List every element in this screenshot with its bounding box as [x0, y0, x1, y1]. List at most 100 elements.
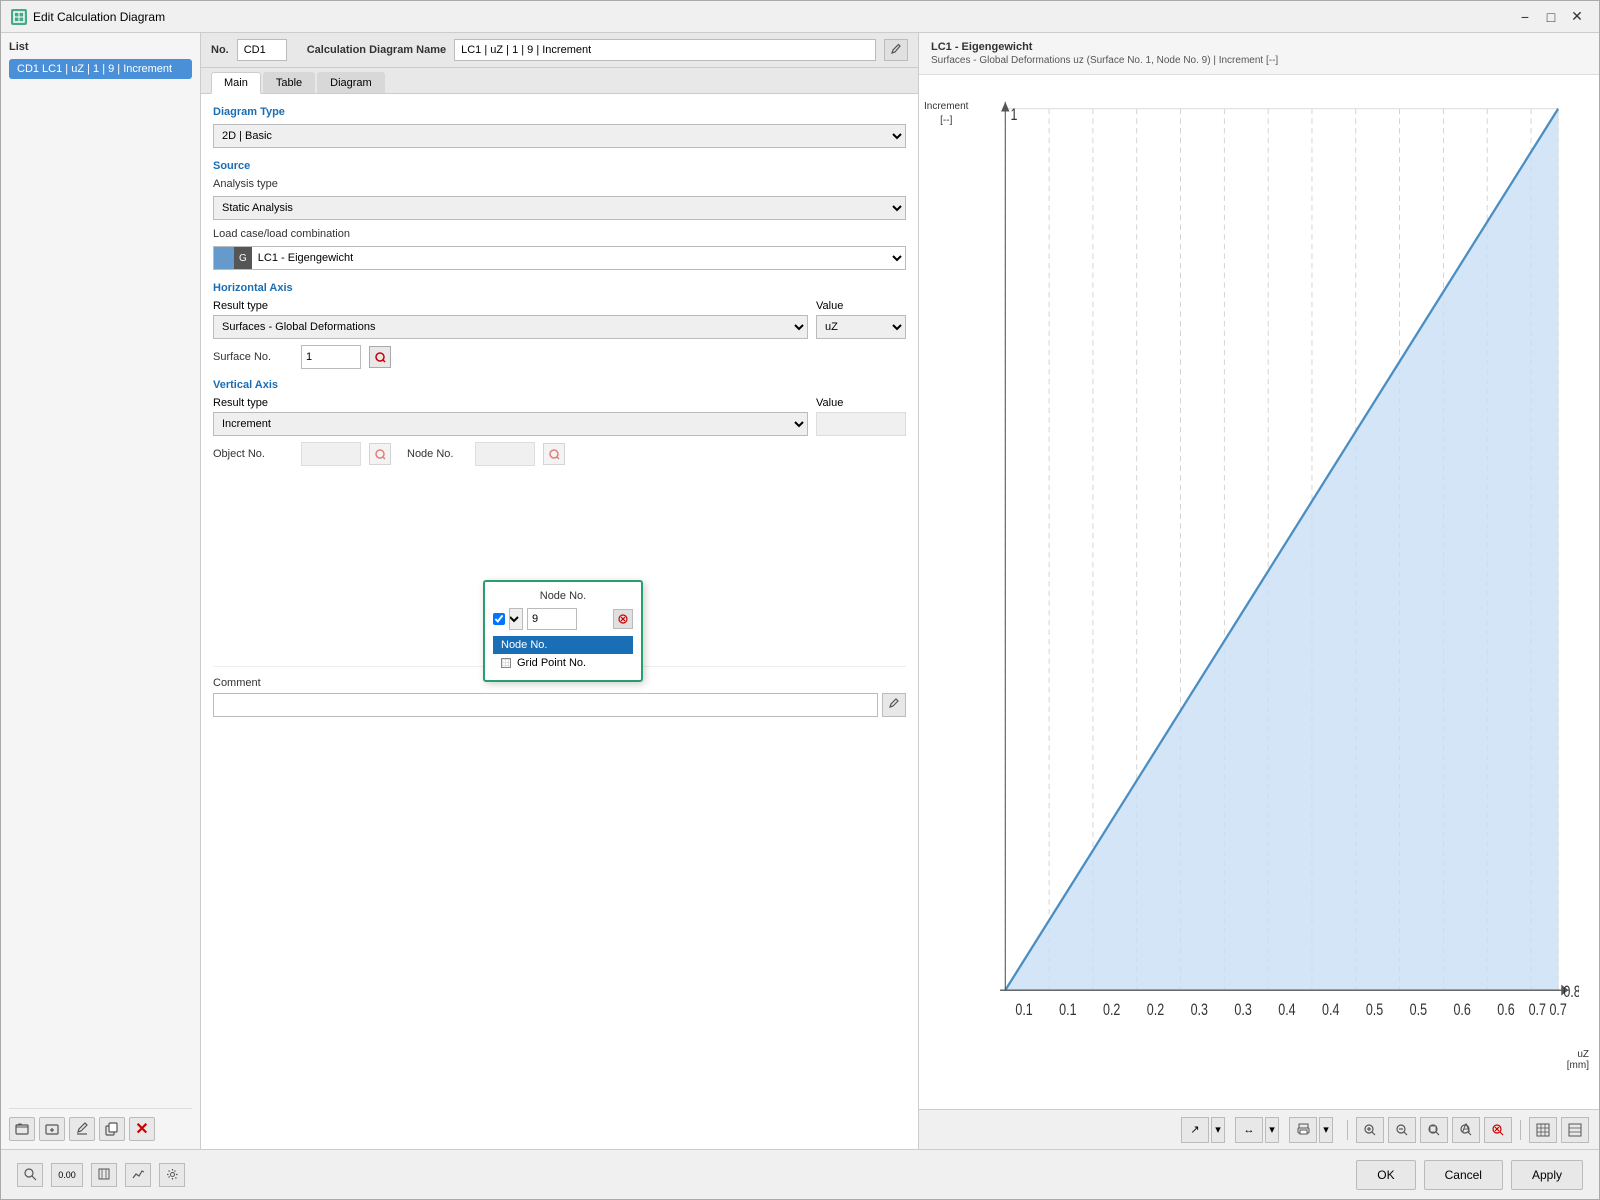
analysis-type-label: Analysis type: [213, 178, 373, 190]
lc-color-bar: [214, 247, 234, 269]
delete-button[interactable]: ✕: [129, 1117, 155, 1141]
zoom-reset-button[interactable]: [1484, 1117, 1512, 1143]
lc-dropdown[interactable]: ▾: [885, 251, 905, 265]
svg-text:0.8: 0.8: [1563, 984, 1579, 1002]
svg-text:A: A: [1462, 1123, 1470, 1135]
node-no-input[interactable]: [527, 608, 577, 630]
comment-edit-button[interactable]: [882, 693, 906, 717]
surface-pick-button[interactable]: [369, 346, 391, 368]
name-input[interactable]: [454, 39, 876, 61]
info-bar: No. Calculation Diagram Name: [201, 33, 918, 68]
load-case-label: Load case/load combination: [213, 228, 373, 240]
minimize-button[interactable]: −: [1513, 7, 1537, 27]
view-tree-button[interactable]: [1561, 1117, 1589, 1143]
footer-diagram-button[interactable]: [125, 1163, 151, 1187]
v-result-type-select[interactable]: Increment: [213, 412, 808, 436]
footer: 0.00 OK Cancel Apply: [1, 1149, 1599, 1199]
node-check[interactable]: [493, 613, 505, 625]
v-object-pick-button[interactable]: [369, 443, 391, 465]
main-window: Edit Calculation Diagram − □ ✕ List CD1 …: [0, 0, 1600, 1200]
name-field: Calculation Diagram Name: [307, 39, 908, 61]
v-node-pick-button[interactable]: [543, 443, 565, 465]
zoom-sel-button[interactable]: A: [1452, 1117, 1480, 1143]
tabs: Main Table Diagram: [201, 68, 918, 94]
fit-group: ↔ ▾: [1235, 1117, 1279, 1143]
node-menu-grid[interactable]: Grid Point No.: [493, 654, 633, 672]
node-popup-title: Node No.: [493, 590, 633, 602]
grid-icon: [501, 658, 511, 668]
apply-button[interactable]: Apply: [1511, 1160, 1583, 1190]
window-controls: − □ ✕: [1513, 7, 1589, 27]
list-item-active[interactable]: CD1 LC1 | uZ | 1 | 9 | Increment: [9, 59, 192, 79]
footer-left: 0.00: [17, 1163, 185, 1187]
toolbar-sep1: [1347, 1120, 1348, 1140]
node-dropdown-small[interactable]: ▾: [509, 608, 523, 630]
v-result-type-label: Result type: [213, 397, 808, 409]
footer-settings-button[interactable]: [159, 1163, 185, 1187]
name-label: Calculation Diagram Name: [307, 44, 446, 56]
ok-button[interactable]: OK: [1356, 1160, 1415, 1190]
svg-text:0.2: 0.2: [1147, 1001, 1164, 1019]
window-title: Edit Calculation Diagram: [33, 10, 1507, 24]
zoom-in-button[interactable]: [1356, 1117, 1384, 1143]
tab-diagram[interactable]: Diagram: [317, 72, 385, 93]
cursor-group: ↗ ▾: [1181, 1117, 1225, 1143]
surface-no-input[interactable]: [301, 345, 361, 369]
form-area: Diagram Type 2D | Basic Source Analysis …: [201, 94, 918, 1149]
node-menu-node[interactable]: Node No.: [493, 636, 633, 654]
chart-area: Increment[--] uZ[mm]: [919, 75, 1599, 1109]
close-button[interactable]: ✕: [1565, 7, 1589, 27]
view-table-button[interactable]: [1529, 1117, 1557, 1143]
v-object-input: [301, 442, 361, 466]
name-edit-button[interactable]: [884, 39, 908, 61]
svg-text:1: 1: [1011, 106, 1018, 124]
lc-badge: G: [234, 247, 252, 269]
print-dropdown[interactable]: ▾: [1319, 1117, 1333, 1143]
value-wrap: Value uZ: [816, 300, 906, 339]
comment-input[interactable]: [213, 693, 878, 717]
cursor-dropdown[interactable]: ▾: [1211, 1117, 1225, 1143]
footer-mode-button[interactable]: [91, 1163, 117, 1187]
center-panel: No. Calculation Diagram Name Main Table …: [201, 33, 919, 1149]
v-value-wrap: Value: [816, 397, 906, 436]
copy-button[interactable]: [99, 1117, 125, 1141]
zoom-window-button[interactable]: [1420, 1117, 1448, 1143]
add-folder-button[interactable]: [9, 1117, 35, 1141]
analysis-type-select[interactable]: Static Analysis: [213, 196, 906, 220]
result-type-label: Result type: [213, 300, 808, 312]
node-x-button[interactable]: [613, 609, 633, 629]
svg-text:0.5: 0.5: [1410, 1001, 1427, 1019]
no-label: No.: [211, 44, 229, 56]
svg-text:0.2: 0.2: [1103, 1001, 1120, 1019]
diagram-type-select[interactable]: 2D | Basic: [213, 124, 906, 148]
fit-h-button[interactable]: ↔: [1235, 1117, 1263, 1143]
zoom-out-button[interactable]: [1388, 1117, 1416, 1143]
print-group: ▾: [1289, 1117, 1333, 1143]
list-panel: List CD1 LC1 | uZ | 1 | 9 | Increment ✕: [1, 33, 201, 1149]
v-node-label: Node No.: [407, 448, 467, 460]
titlebar: Edit Calculation Diagram − □ ✕: [1, 1, 1599, 33]
tab-main[interactable]: Main: [211, 72, 261, 94]
diagram-title1: LC1 - Eigengewicht: [931, 41, 1587, 53]
maximize-button[interactable]: □: [1539, 7, 1563, 27]
value-select[interactable]: uZ: [816, 315, 906, 339]
cancel-button[interactable]: Cancel: [1424, 1160, 1503, 1190]
vertical-axis-header: Vertical Axis: [213, 379, 906, 391]
rename-button[interactable]: [69, 1117, 95, 1141]
list-header: List: [9, 41, 192, 53]
add-button[interactable]: [39, 1117, 65, 1141]
svg-text:0.1: 0.1: [1015, 1001, 1032, 1019]
tab-table[interactable]: Table: [263, 72, 315, 93]
print-button[interactable]: [1289, 1117, 1317, 1143]
footer-count-button[interactable]: 0.00: [51, 1163, 83, 1187]
no-input[interactable]: [237, 39, 287, 61]
source-header: Source: [213, 160, 906, 172]
cursor-button[interactable]: ↗: [1181, 1117, 1209, 1143]
panel-footer: ✕: [9, 1108, 192, 1141]
footer-search-button[interactable]: [17, 1163, 43, 1187]
svg-text:0.6: 0.6: [1497, 1001, 1514, 1019]
result-type-select[interactable]: Surfaces - Global Deformations: [213, 315, 808, 339]
fit-dropdown[interactable]: ▾: [1265, 1117, 1279, 1143]
toolbar-sep2: [1520, 1120, 1521, 1140]
v-object-label: Object No.: [213, 448, 293, 460]
